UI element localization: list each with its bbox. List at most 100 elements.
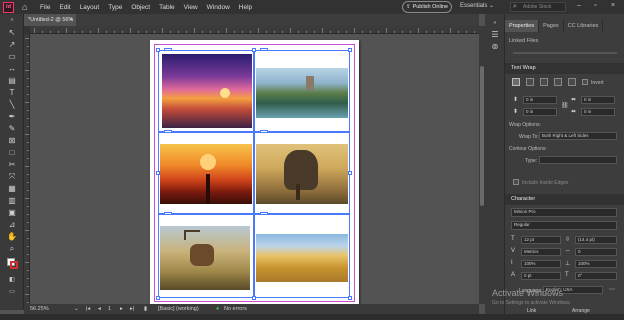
link-offsets-icon[interactable]: ⛓ <box>561 102 569 109</box>
photo-wheat[interactable] <box>256 234 348 282</box>
kerning-field[interactable]: Metrics <box>521 248 561 256</box>
properties-panel-icon[interactable]: ☰ <box>490 30 500 40</box>
scissors-tool-icon[interactable]: ✂ <box>7 160 17 169</box>
baseline-shift-field[interactable]: 0 pt <box>521 272 561 280</box>
working-style[interactable]: [Basic] (working) <box>158 306 199 312</box>
font-family-select[interactable]: Minion Pro <box>511 208 617 217</box>
tracking-field[interactable]: 0 <box>575 248 617 256</box>
photo-deer[interactable] <box>160 226 250 290</box>
more-options-icon[interactable]: ⋯ <box>609 286 615 293</box>
pencil-tool-icon[interactable]: ✎ <box>7 124 17 133</box>
document-page[interactable] <box>150 40 359 306</box>
contour-type-select[interactable] <box>539 156 617 164</box>
menu-object[interactable]: Object <box>131 4 150 11</box>
menu-help[interactable]: Help <box>239 4 252 11</box>
zoom-tool-icon[interactable]: ⌕ <box>7 244 17 253</box>
panel-collapse-icon[interactable]: « <box>490 18 500 28</box>
previous-page-icon[interactable]: ◂ <box>98 306 101 312</box>
toolbar-collapse-icon[interactable]: » <box>7 16 17 25</box>
vertical-ruler[interactable] <box>24 34 30 304</box>
first-page-icon[interactable]: |◂ <box>86 306 90 312</box>
link-button[interactable]: Link <box>527 308 536 314</box>
right-offset-field[interactable]: 0 in <box>581 108 615 116</box>
menu-layout[interactable]: Layout <box>80 4 100 11</box>
type-tool-icon[interactable]: T <box>7 88 17 97</box>
rectangle-frame-tool-icon[interactable]: ⊠ <box>7 136 17 145</box>
gradient-tool-icon[interactable]: ▦ <box>7 184 17 193</box>
selection-handle[interactable] <box>252 48 256 52</box>
character-header[interactable]: Character <box>505 194 624 205</box>
gradient-feather-tool-icon[interactable]: ▥ <box>7 196 17 205</box>
page-tool-icon[interactable]: ▭ <box>7 52 17 61</box>
menu-view[interactable]: View <box>184 4 198 11</box>
photo-lake-island[interactable] <box>256 68 348 118</box>
horizontal-ruler[interactable] <box>30 26 479 34</box>
selection-handle[interactable] <box>252 296 256 300</box>
menu-window[interactable]: Window <box>207 4 230 11</box>
close-tab-icon[interactable]: × <box>70 14 73 26</box>
jump-object-icon[interactable] <box>554 78 562 86</box>
pen-tool-icon[interactable]: ✒ <box>7 112 17 121</box>
menu-file[interactable]: File <box>40 4 50 11</box>
selection-handle[interactable] <box>156 48 160 52</box>
tab-cc-libraries[interactable]: CC Libraries <box>564 20 604 32</box>
preflight-status[interactable]: No errors <box>224 306 247 312</box>
linked-files-label[interactable]: Linked Files <box>509 38 538 44</box>
left-offset-field[interactable]: 0 in <box>581 96 615 104</box>
bottom-offset-field[interactable]: 0 in <box>523 108 557 116</box>
selection-handle[interactable] <box>156 171 160 175</box>
workspace-switcher[interactable]: Essentials ⌄ <box>460 2 494 9</box>
invert-checkbox[interactable] <box>582 79 588 85</box>
photo-pier-sunset[interactable] <box>160 144 252 204</box>
publish-online-button[interactable]: ⇪ Publish Online <box>402 1 452 13</box>
photo-sunset-sea[interactable] <box>162 54 252 128</box>
search-input[interactable]: ⌕ Adobe Stock <box>510 2 566 12</box>
apply-color-icon[interactable]: ◧ <box>7 276 17 285</box>
eyedropper-tool-icon[interactable]: ⊿ <box>7 220 17 229</box>
gap-tool-icon[interactable]: ↔ <box>7 64 17 73</box>
free-transform-tool-icon[interactable]: ⤧ <box>7 172 17 181</box>
wrap-object-shape-icon[interactable] <box>540 78 548 86</box>
close-icon[interactable]: × <box>611 2 615 9</box>
wrap-bounding-box-icon[interactable] <box>526 78 534 86</box>
tab-pages[interactable]: Pages <box>539 20 564 32</box>
selection-handle[interactable] <box>348 48 352 52</box>
menu-type[interactable]: Type <box>108 4 122 11</box>
hand-tool-icon[interactable]: ✋ <box>7 232 17 241</box>
menu-edit[interactable]: Edit <box>59 4 70 11</box>
font-style-select[interactable]: Regular <box>511 221 617 230</box>
last-page-icon[interactable]: ▸| <box>130 306 134 312</box>
note-tool-icon[interactable]: ▣ <box>7 208 17 217</box>
selection-handle[interactable] <box>348 171 352 175</box>
cc-libraries-icon[interactable]: ⊚ <box>490 42 500 52</box>
font-size-field[interactable]: 12 pt <box>521 236 561 244</box>
zoom-level[interactable]: 56.25% <box>30 306 49 312</box>
selection-handle[interactable] <box>156 296 160 300</box>
leading-field[interactable]: (14.4 pt) <box>575 236 617 244</box>
arrange-button[interactable]: Arrange <box>572 308 590 314</box>
maximize-icon[interactable]: ▫ <box>594 2 596 9</box>
no-wrap-icon[interactable] <box>512 78 520 86</box>
direct-selection-tool-icon[interactable]: ↗ <box>7 40 17 49</box>
top-offset-field[interactable]: 0 in <box>523 96 557 104</box>
selection-tool-icon[interactable]: ↖ <box>7 28 17 37</box>
vertical-scale-field[interactable]: 100% <box>521 260 561 268</box>
content-collector-icon[interactable]: ▤ <box>7 76 17 85</box>
screen-mode-icon[interactable]: ▭ <box>7 288 17 297</box>
rectangle-tool-icon[interactable]: □ <box>7 148 17 157</box>
home-icon[interactable]: ⌂ <box>22 2 31 12</box>
line-tool-icon[interactable]: ╲ <box>7 100 17 109</box>
menu-table[interactable]: Table <box>159 4 175 11</box>
document-tab[interactable]: *Untitled-2 @ 56% × <box>24 14 76 26</box>
page-number[interactable]: 1 <box>108 306 111 312</box>
skew-field[interactable]: 0° <box>575 272 617 280</box>
wrap-to-select[interactable]: Both Right & Left Sides <box>539 132 617 140</box>
selection-handle[interactable] <box>348 296 352 300</box>
text-wrap-header[interactable]: Text Wrap <box>505 63 624 74</box>
photo-elephant[interactable] <box>256 144 348 204</box>
chevron-down-icon[interactable]: ⌄ <box>74 306 79 312</box>
horizontal-scale-field[interactable]: 100% <box>575 260 617 268</box>
scroll-thumb[interactable] <box>480 66 484 206</box>
tab-properties[interactable]: Properties <box>505 20 540 32</box>
fill-stroke-swatch-icon[interactable] <box>7 258 18 269</box>
